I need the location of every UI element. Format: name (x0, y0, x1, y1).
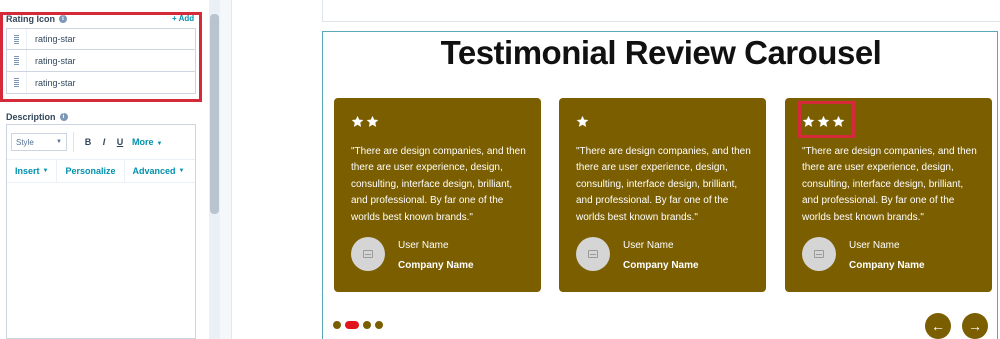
user-name: User Name (623, 240, 674, 251)
carousel-title: Testimonial Review Carousel (440, 34, 882, 71)
rich-text-editor[interactable]: Style ▼ B I U More ▼ Insert ▼ Personalize … (6, 124, 196, 339)
advanced-label: Advanced (132, 166, 176, 176)
description-field-label: Description i (6, 112, 68, 122)
toolbar-divider (73, 132, 74, 152)
carousel-pagination (333, 321, 383, 329)
testimonial-quote: "There are design companies, and then th… (576, 146, 751, 223)
star-icon (576, 115, 589, 127)
testimonial-quote: "There are design companies, and then th… (802, 146, 977, 223)
pagination-dot[interactable] (363, 321, 371, 329)
star-rating (351, 115, 379, 128)
rating-icon-highlight-box (0, 12, 202, 102)
panel-divider[interactable] (220, 0, 232, 339)
testimonial-card: "There are design companies, and then th… (559, 98, 766, 292)
personalize-button[interactable]: Personalize (57, 160, 125, 182)
pagination-dot[interactable] (333, 321, 341, 329)
next-slide-button[interactable]: → (962, 313, 988, 339)
testimonial-card: "There are design companies, and then th… (785, 98, 992, 292)
company-name: Company Name (623, 260, 699, 271)
bold-button[interactable]: B (80, 137, 96, 147)
more-label: More (132, 137, 154, 147)
star-rating (576, 115, 589, 128)
company-name: Company Name (398, 260, 474, 271)
panel-scrollbar-thumb[interactable] (210, 14, 219, 214)
avatar (351, 237, 385, 271)
style-dropdown[interactable]: Style ▼ (11, 133, 67, 151)
style-dropdown-value: Style (16, 137, 34, 147)
module-editor-panel: Rating Icon i + Add rating-star rating-s… (0, 0, 220, 339)
testimonial-card: "There are design companies, and then th… (334, 98, 541, 292)
pagination-dot-active[interactable] (345, 321, 359, 329)
insert-menu-button[interactable]: Insert ▼ (7, 160, 58, 182)
testimonial-carousel: Testimonial Review Carousel "There are d… (322, 31, 998, 339)
company-name: Company Name (849, 260, 925, 271)
app-root: Rating Icon i + Add rating-star rating-s… (0, 0, 1000, 339)
star-icon (366, 115, 379, 127)
advanced-menu-button[interactable]: Advanced ▼ (125, 160, 193, 182)
image-placeholder-icon (814, 250, 824, 258)
preview-top-module (322, 0, 1000, 22)
user-name: User Name (849, 240, 900, 251)
editor-secondary-toolbar: Insert ▼ Personalize Advanced ▼ (7, 159, 195, 183)
star-icon (351, 115, 364, 127)
testimonial-quote: "There are design companies, and then th… (351, 146, 526, 223)
editor-toolbar: Style ▼ B I U More ▼ (7, 125, 195, 159)
chevron-down-icon: ▼ (178, 168, 185, 174)
italic-button[interactable]: I (96, 137, 112, 147)
insert-label: Insert (15, 166, 40, 176)
more-menu-button[interactable]: More ▼ (132, 137, 162, 147)
chevron-down-icon: ▼ (56, 139, 62, 145)
avatar (802, 237, 836, 271)
star-rating-highlight-box (798, 101, 855, 138)
chevron-down-icon: ▼ (42, 168, 49, 174)
user-name: User Name (398, 240, 449, 251)
avatar (576, 237, 610, 271)
prev-slide-button[interactable]: ← (925, 313, 951, 339)
pagination-dot[interactable] (375, 321, 383, 329)
image-placeholder-icon (588, 250, 598, 258)
arrow-right-icon: → (968, 318, 982, 334)
chevron-down-icon: ▼ (156, 141, 163, 147)
arrow-left-icon: ← (931, 318, 945, 334)
underline-button[interactable]: U (112, 137, 128, 147)
description-label: Description (6, 112, 56, 122)
image-placeholder-icon (363, 250, 373, 258)
info-icon[interactable]: i (59, 113, 68, 121)
